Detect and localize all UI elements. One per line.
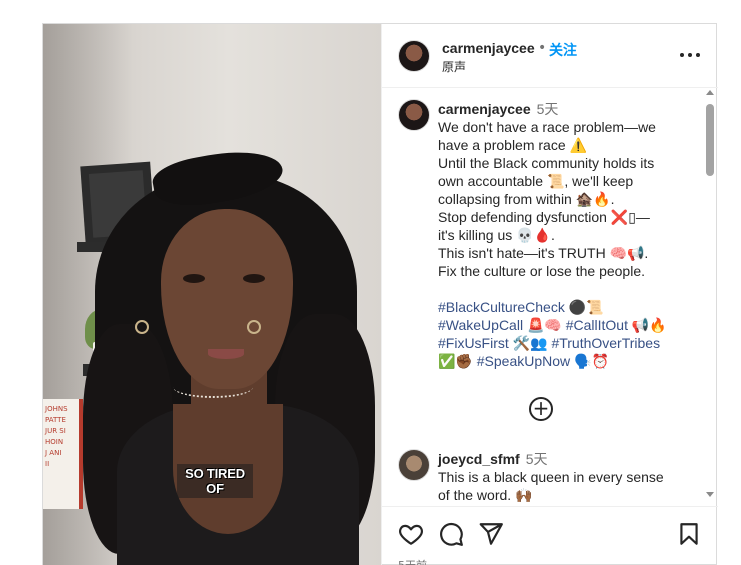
caption-text: We don't have a race problem—we have a p… (438, 118, 690, 370)
comment-text: This is a black queen in every sense of … (438, 469, 664, 503)
comments-list[interactable]: carmenjaycee 5天 We don't have a race prob… (382, 89, 718, 505)
heart-icon[interactable] (398, 521, 424, 547)
hashtag-link[interactable]: #CallItOut (566, 317, 628, 333)
caption-line: Until the Black community holds its (438, 155, 655, 171)
post-header: carmenjaycee • 关注 原声 (382, 24, 718, 88)
post-side-panel: carmenjaycee • 关注 原声 carmenjaycee 5天 We d… (381, 24, 718, 565)
post-dialog: JOHNS PATTE JUR SI HOIN J ANI II SO TIRE… (42, 23, 718, 565)
comment-icon[interactable] (438, 521, 464, 547)
book-spines: JOHNS PATTE JUR SI HOIN J ANI II (45, 405, 68, 468)
post-video[interactable]: JOHNS PATTE JUR SI HOIN J ANI II SO TIRE… (43, 24, 381, 565)
commenter-username[interactable]: joeycd_sfmf (438, 451, 520, 467)
more-options-icon[interactable] (678, 50, 702, 60)
hashtag-link[interactable]: #BlackCultureCheck (438, 299, 565, 315)
follow-button[interactable]: 关注 (549, 40, 577, 60)
necklace (173, 376, 253, 398)
commenter-avatar[interactable] (398, 449, 430, 481)
caption-line: This isn't hate—it's TRUTH 🧠📢. (438, 245, 649, 261)
bookmark-icon[interactable] (676, 521, 702, 547)
action-bar: 5天前 (382, 506, 718, 565)
earring (135, 320, 149, 334)
person-face (161, 209, 293, 389)
original-audio-link[interactable]: 原声 (442, 58, 466, 75)
scroll-up-arrow-icon[interactable] (706, 90, 714, 95)
hashtag-line: #WakeUpCall 🚨🧠 #CallItOut 📢🔥 (438, 317, 667, 333)
caption-line: collapsing from within 🏚️🔥. (438, 191, 615, 207)
hashtag-line: #FixUsFirst 🛠️👥 #TruthOverTribes (438, 335, 661, 351)
send-icon[interactable] (478, 521, 504, 547)
hashtag-line: #BlackCultureCheck ⚫📜 (438, 299, 604, 315)
author-avatar[interactable] (398, 40, 430, 72)
hashtag-line: ✅✊🏾 #SpeakUpNow 🗣️⏰ (438, 353, 609, 369)
comment-time: 5天 (525, 451, 548, 467)
separator-dot: • (538, 40, 547, 56)
caption-line: We don't have a race problem—we (438, 119, 656, 135)
hashtag-link[interactable]: #WakeUpCall (438, 317, 523, 333)
hashtag-link[interactable]: #TruthOverTribes (551, 335, 660, 351)
hashtag-link[interactable]: #SpeakUpNow (477, 353, 570, 369)
posted-time[interactable]: 5天前 (398, 557, 427, 565)
comments-scrollbar[interactable] (704, 90, 716, 502)
caption-line: it's killing us 💀🩸. (438, 227, 555, 243)
hashtag-link[interactable]: #FixUsFirst (438, 335, 509, 351)
video-caption-overlay: SO TIRED OF (177, 464, 253, 498)
load-more-comments-icon[interactable]: + (529, 397, 553, 421)
earring (247, 320, 261, 334)
author-avatar[interactable] (398, 99, 430, 131)
scroll-down-arrow-icon[interactable] (706, 492, 714, 497)
scroll-thumb[interactable] (706, 104, 714, 176)
caption-line: Stop defending dysfunction ❌▯— (438, 209, 650, 225)
caption-line: Fix the culture or lose the people. (438, 263, 646, 279)
author-username[interactable]: carmenjaycee (442, 40, 535, 56)
caption-line: have a problem race ⚠️ (438, 137, 587, 153)
caption-time: 5天 (536, 101, 559, 117)
caption-line: own accountable 📜, we'll keep (438, 173, 634, 189)
caption-username[interactable]: carmenjaycee (438, 101, 531, 117)
